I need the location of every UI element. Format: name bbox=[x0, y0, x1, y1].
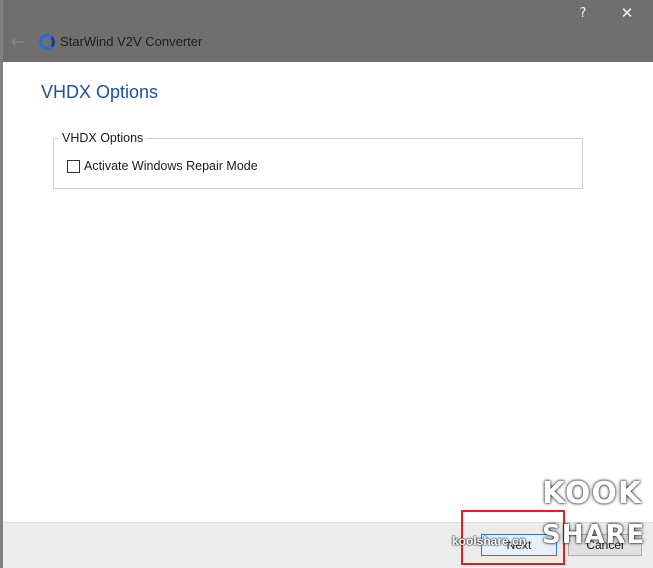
watermark-url: koolshare.cn bbox=[452, 534, 527, 548]
window-title: StarWind V2V Converter bbox=[60, 34, 203, 49]
close-button[interactable]: ✕ bbox=[615, 4, 639, 24]
watermark-line2: SHARE bbox=[542, 520, 646, 550]
page-title: VHDX Options bbox=[41, 82, 159, 102]
repair-mode-checkbox[interactable] bbox=[67, 160, 80, 173]
vhdx-options-group: VHDX Options Activate Windows Repair Mod… bbox=[53, 131, 583, 189]
title-bar: ← StarWind V2V Converter ? ✕ bbox=[3, 0, 653, 62]
repair-mode-label[interactable]: Activate Windows Repair Mode bbox=[84, 159, 258, 173]
watermark-logo: KOOK SHARE bbox=[540, 476, 650, 551]
watermark-line1: KOOK bbox=[542, 476, 643, 511]
back-arrow-icon[interactable]: ← bbox=[11, 32, 24, 51]
help-button[interactable]: ? bbox=[572, 6, 594, 24]
starwind-logo-icon bbox=[39, 34, 55, 50]
group-legend: VHDX Options bbox=[59, 131, 147, 145]
